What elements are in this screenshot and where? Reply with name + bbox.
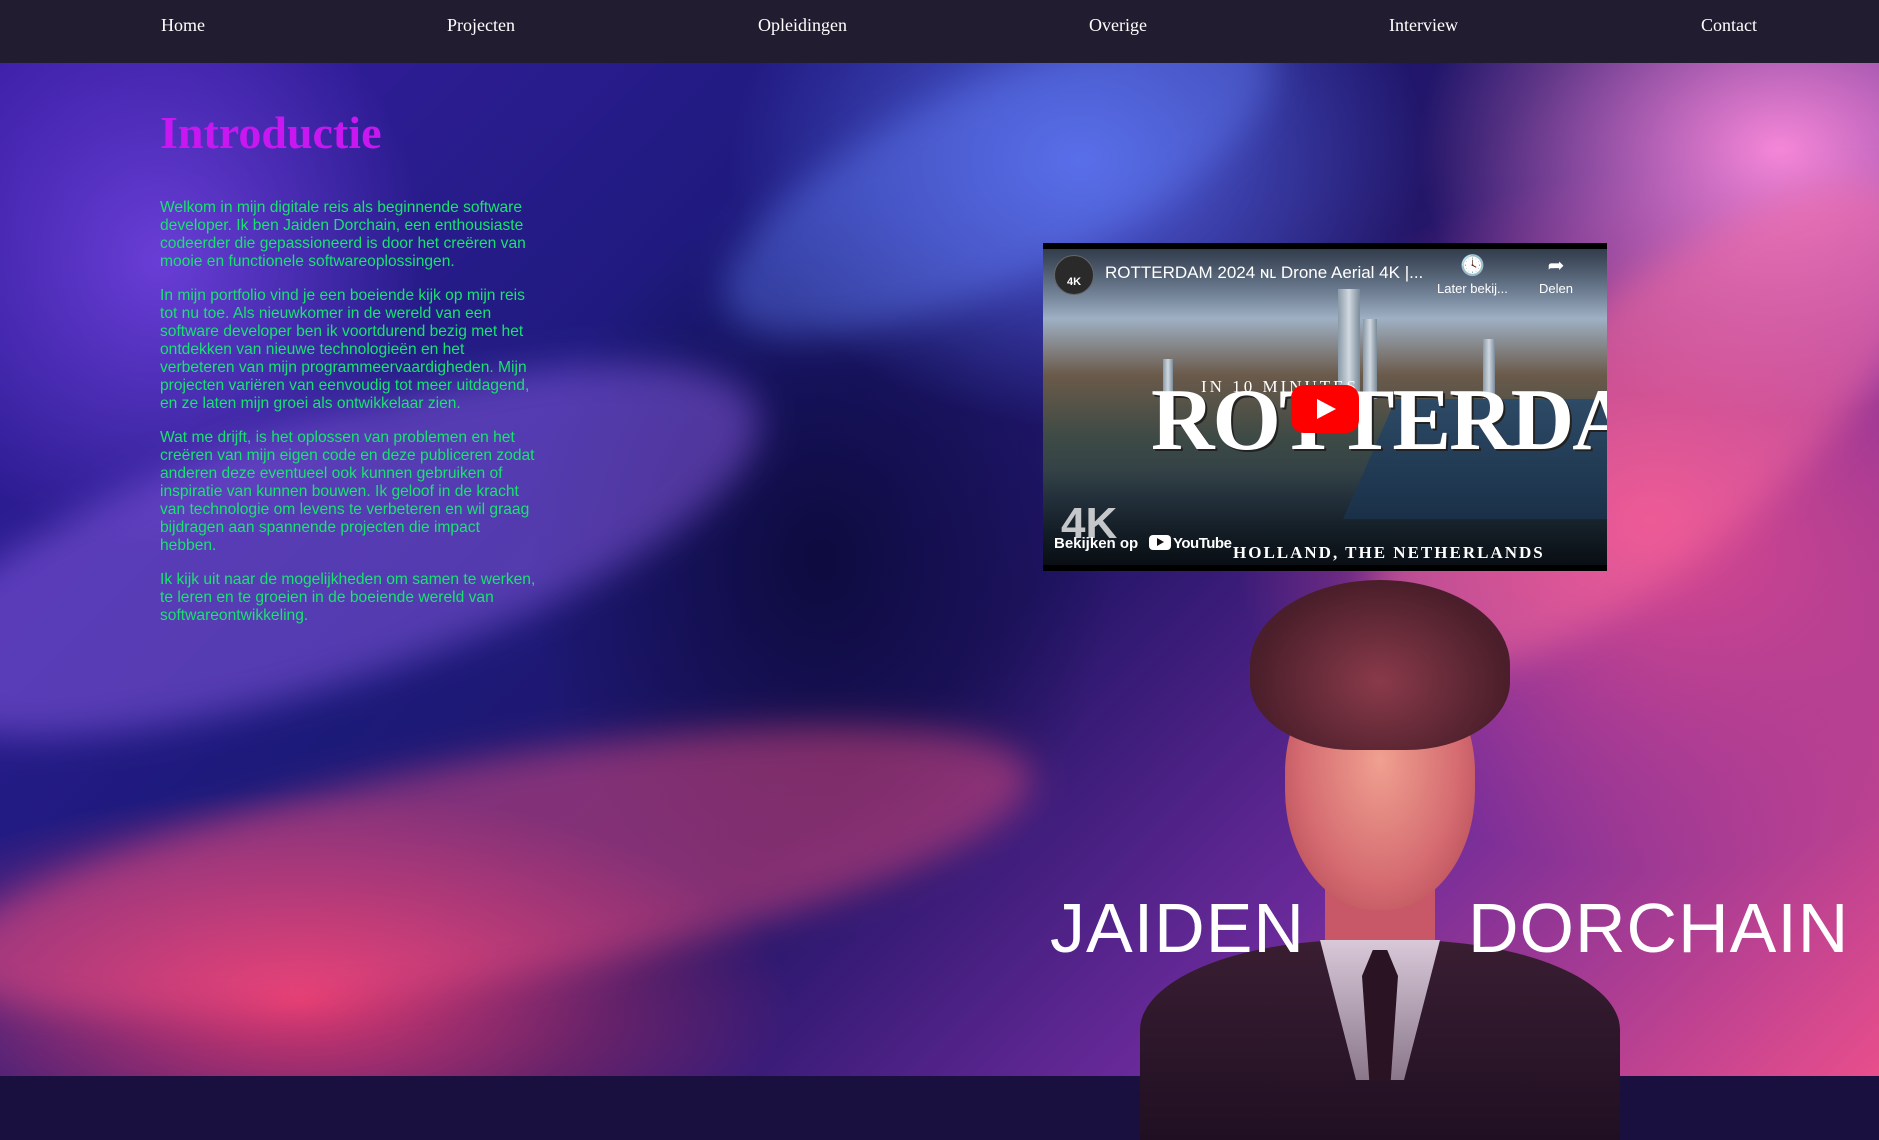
nav-projecten[interactable]: Projecten [447,15,515,36]
intro-paragraph: In mijn portfolio vind je een boeiende k… [160,287,530,412]
intro-text: Welkom in mijn digitale reis als beginne… [160,199,540,641]
nav-interview[interactable]: Interview [1389,15,1458,36]
clock-icon: 🕓 [1459,255,1485,277]
video-title[interactable]: ROTTERDAM 2024 ɴʟ Drone Aerial 4K |... [1105,263,1423,283]
share-button[interactable]: ➦ Delen [1539,255,1573,296]
nav-home[interactable]: Home [161,15,205,36]
page-title: Introductie [160,107,382,158]
thumbnail-location: HOLLAND, THE NETHERLANDS [1233,543,1545,562]
nav-overige[interactable]: Overige [1089,15,1147,36]
thumbnail-city-text: ROTTERDAM [1151,372,1607,469]
watch-later-button[interactable]: 🕓 Later bekij... [1437,255,1508,296]
watch-later-label: Later bekij... [1437,281,1508,296]
share-label: Delen [1539,281,1573,296]
nav-opleidingen[interactable]: Opleidingen [758,15,847,36]
channel-badge: 4K [1066,276,1082,288]
youtube-logo-icon[interactable]: YouTube [1149,535,1232,552]
profile-portrait [1100,580,1660,1140]
nav-contact[interactable]: Contact [1701,15,1757,36]
intro-paragraph: Wat me drijft, is het oplossen van probl… [160,429,535,554]
hero-first-name: JAIDEN [1050,889,1305,967]
channel-avatar[interactable]: 4K [1054,255,1094,295]
share-icon: ➦ [1547,255,1565,277]
play-icon[interactable] [1291,385,1359,433]
top-navbar: Home Projecten Opleidingen Overige Inter… [0,0,1879,63]
hero-last-name: DORCHAIN [1468,889,1850,967]
intro-paragraph: Ik kijk uit naar de mogelijkheden om sam… [160,571,536,624]
youtube-wordmark: YouTube [1173,535,1232,552]
watch-on-youtube-link[interactable]: Bekijken op [1054,535,1138,552]
intro-paragraph: Welkom in mijn digitale reis als beginne… [160,199,526,270]
youtube-embed[interactable]: IN 10 MINUTES ROTTERDAM 4K HOLLAND, THE … [1043,243,1607,571]
